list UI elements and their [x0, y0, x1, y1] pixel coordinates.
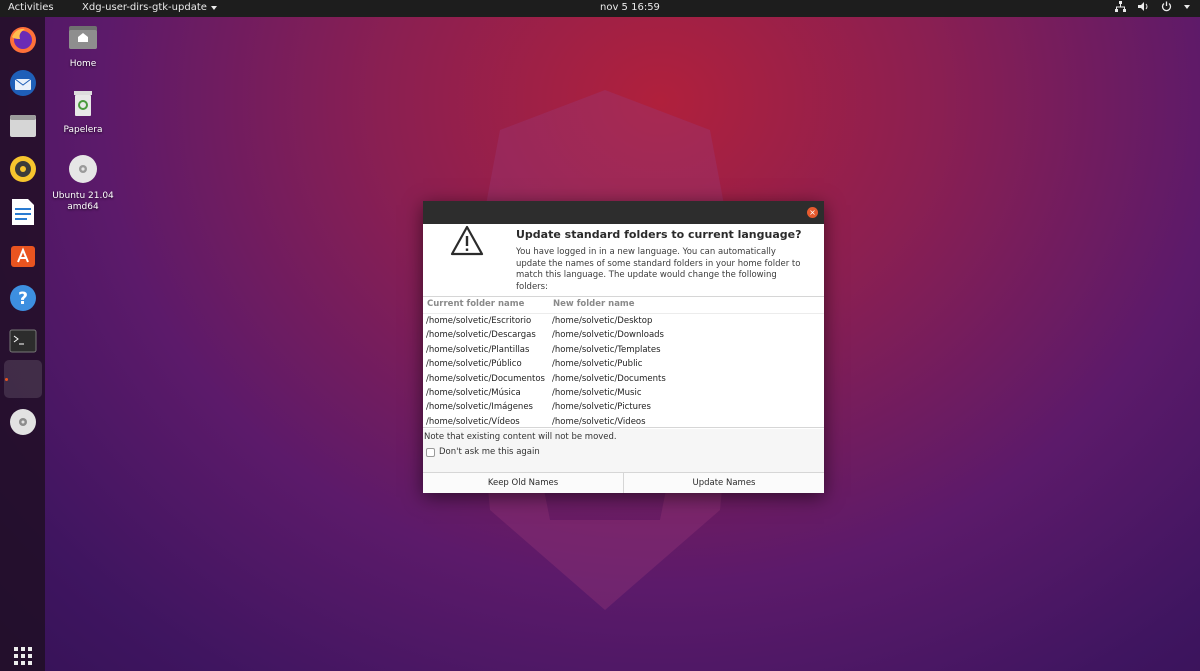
current-folder-cell: /home/solvetic/Escritorio — [426, 316, 532, 326]
dock-item-writer[interactable] — [4, 193, 42, 231]
dock-item-files[interactable] — [4, 107, 42, 145]
thunderbird-icon — [10, 70, 36, 96]
network-icon — [1115, 1, 1126, 12]
table-row[interactable]: /home/solvetic/Documentos /home/solvetic… — [423, 373, 824, 387]
current-folder-cell: /home/solvetic/Imágenes — [426, 402, 533, 413]
system-tray[interactable] — [1115, 1, 1190, 12]
dont-ask-label: Don't ask me this again — [439, 447, 540, 457]
new-folder-cell: /home/solvetic/Desktop — [552, 316, 653, 326]
dock-item-software[interactable] — [4, 236, 42, 274]
dock-item-help[interactable]: ? — [4, 279, 42, 317]
current-folder-cell: /home/solvetic/Música — [426, 387, 521, 398]
keep-old-names-button[interactable]: Keep Old Names — [423, 473, 623, 493]
software-center-icon — [11, 246, 35, 267]
new-folder-cell: /home/solvetic/Pictures — [552, 402, 651, 413]
new-folder-cell: /home/solvetic/Documents — [552, 373, 666, 384]
table-row[interactable]: /home/solvetic/Descargas /home/solvetic/… — [423, 329, 824, 343]
terminal-icon — [9, 329, 37, 353]
power-icon — [1161, 1, 1172, 12]
app-menu-label: Xdg-user-dirs-gtk-update — [82, 2, 207, 13]
note-area: Note that existing content will not be m… — [423, 429, 824, 472]
rhythmbox-icon — [10, 156, 36, 182]
app-menu[interactable]: Xdg-user-dirs-gtk-update — [82, 2, 217, 13]
running-indicator — [5, 378, 8, 381]
desktop-disc-label-1: Ubuntu 21.04 — [52, 191, 114, 201]
update-names-button[interactable]: Update Names — [623, 473, 824, 493]
dont-ask-checkbox[interactable] — [426, 447, 435, 457]
table-body: /home/solvetic/Escritorio /home/solvetic… — [423, 315, 824, 430]
top-bar: Activities Xdg-user-dirs-gtk-update nov … — [0, 0, 1200, 17]
chevron-down-icon — [210, 5, 217, 10]
dialog-title: Update standard folders to current langu… — [516, 228, 802, 241]
show-applications-icon — [14, 647, 32, 665]
dont-ask-checkbox-row[interactable]: Don't ask me this again — [426, 447, 540, 457]
current-folder-cell: /home/solvetic/Documentos — [426, 373, 545, 384]
update-folders-dialog: × Update standard folders to current lan… — [423, 201, 824, 493]
column-current-folder[interactable]: Current folder name — [427, 299, 524, 309]
volume-icon — [1138, 2, 1148, 11]
dock-item-running-app[interactable] — [4, 360, 42, 398]
button-bar: Keep Old Names Update Names — [423, 472, 824, 493]
help-icon: ? — [10, 285, 36, 311]
folders-table: Current folder name New folder name /hom… — [423, 296, 824, 428]
home-folder-icon — [69, 26, 97, 49]
trash-icon — [74, 91, 92, 116]
current-folder-cell: /home/solvetic/Plantillas — [426, 344, 530, 355]
warning-icon — [450, 225, 484, 256]
dock-item-disc[interactable] — [4, 403, 42, 441]
clock[interactable]: nov 5 16:59 — [600, 2, 660, 13]
note-text: Note that existing content will not be m… — [424, 432, 617, 442]
firefox-icon — [10, 27, 36, 53]
activities-button[interactable]: Activities — [8, 2, 54, 13]
table-row[interactable]: /home/solvetic/Plantillas /home/solvetic… — [423, 344, 824, 358]
column-new-folder[interactable]: New folder name — [553, 299, 635, 309]
table-row[interactable]: /home/solvetic/Vídeos /home/solvetic/Vid… — [423, 416, 824, 430]
svg-text:?: ? — [18, 289, 28, 309]
disc-icon — [69, 155, 97, 183]
desktop-disc[interactable]: Ubuntu 21.04 amd64 — [43, 154, 123, 213]
new-folder-cell: /home/solvetic/Music — [552, 387, 642, 398]
new-folder-cell: /home/solvetic/Downloads — [552, 330, 664, 341]
desktop-disc-label-2: amd64 — [67, 202, 99, 212]
close-button[interactable]: × — [807, 207, 818, 218]
table-row[interactable]: /home/solvetic/Música /home/solvetic/Mus… — [423, 387, 824, 401]
dock-item-show-apps[interactable] — [4, 637, 42, 671]
desktop-home-label: Home — [69, 59, 97, 69]
desktop-home[interactable]: Home — [43, 22, 123, 70]
new-folder-cell: /home/solvetic/Public — [552, 359, 643, 370]
dock-item-terminal[interactable] — [4, 322, 42, 360]
current-folder-cell: /home/solvetic/Público — [426, 359, 522, 370]
chevron-down-icon — [1184, 4, 1190, 9]
current-folder-cell: /home/solvetic/Descargas — [426, 330, 536, 341]
dock-item-rhythmbox[interactable] — [4, 150, 42, 188]
close-icon: × — [809, 207, 816, 217]
dialog-message: You have logged in in a new language. Yo… — [516, 247, 801, 292]
disc-icon — [10, 409, 36, 435]
dock: ? — [0, 17, 45, 671]
new-folder-cell: /home/solvetic/Videos — [552, 416, 646, 427]
table-row[interactable]: /home/solvetic/Escritorio /home/solvetic… — [423, 315, 824, 329]
desktop-trash[interactable]: Papelera — [43, 88, 123, 136]
new-folder-cell: /home/solvetic/Templates — [552, 344, 661, 355]
dock-item-firefox[interactable] — [4, 21, 42, 59]
desktop-trash-label: Papelera — [63, 125, 103, 135]
table-header: Current folder name New folder name — [423, 297, 824, 314]
libreoffice-writer-icon — [12, 199, 34, 225]
dialog-titlebar[interactable]: × — [423, 201, 824, 224]
table-row[interactable]: /home/solvetic/Imágenes /home/solvetic/P… — [423, 401, 824, 415]
table-row[interactable]: /home/solvetic/Público /home/solvetic/Pu… — [423, 358, 824, 372]
current-folder-cell: /home/solvetic/Vídeos — [426, 416, 520, 427]
dock-item-thunderbird[interactable] — [4, 64, 42, 102]
files-icon — [10, 115, 36, 137]
